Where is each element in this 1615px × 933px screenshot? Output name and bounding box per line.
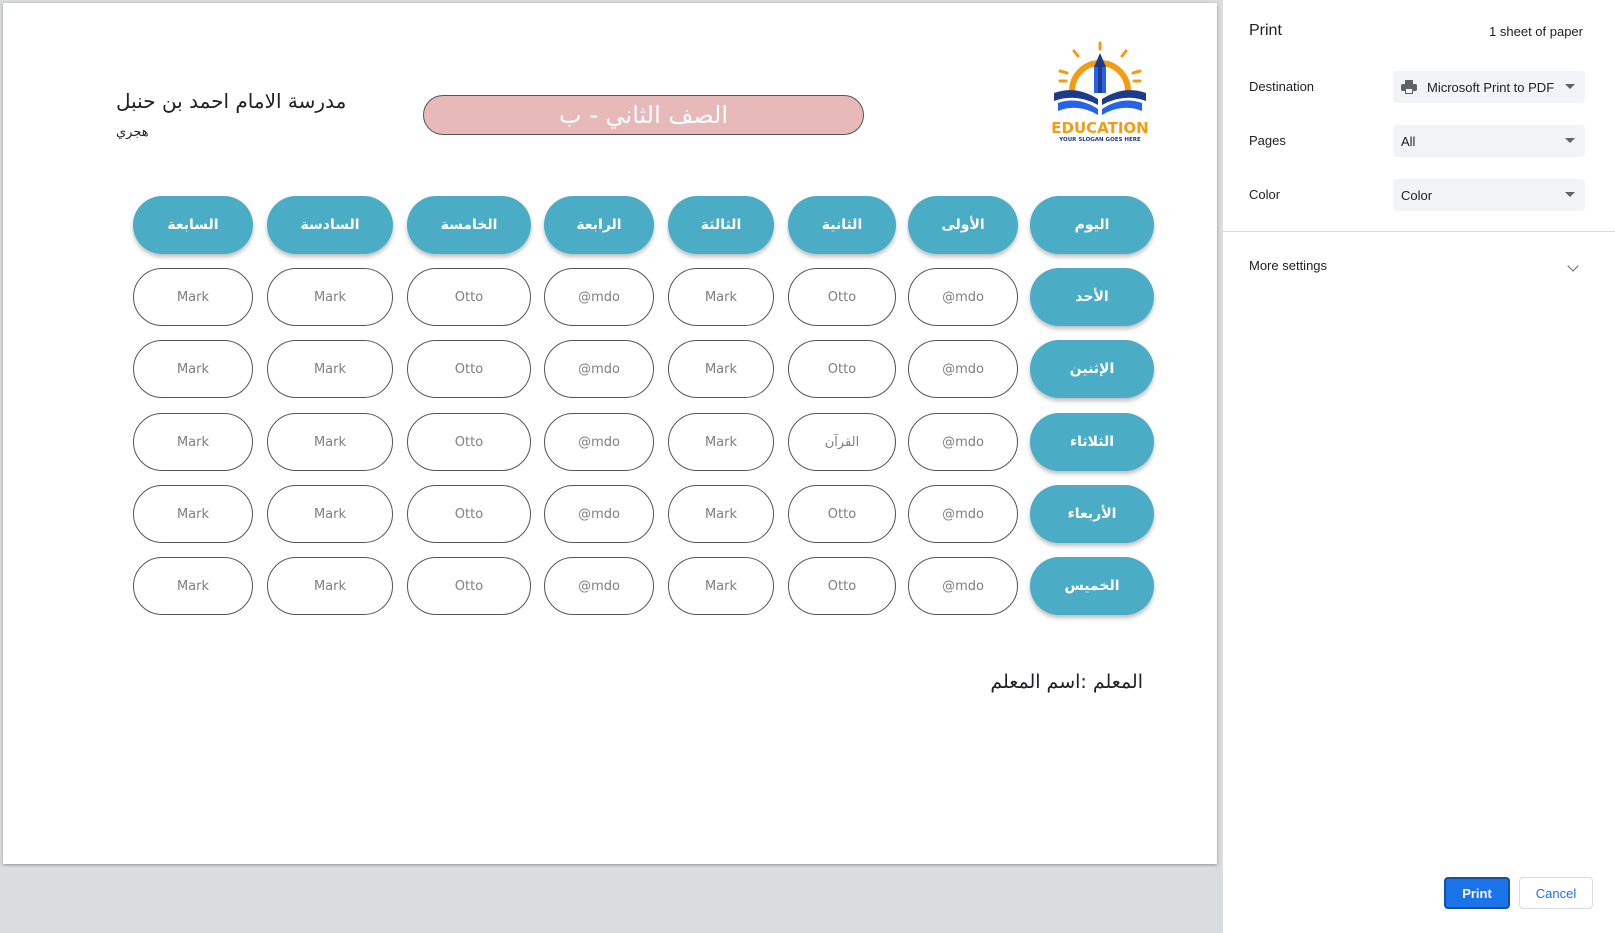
- logo-text: EDUCATION: [1051, 119, 1149, 137]
- schedule-cell: Mark: [668, 485, 774, 543]
- schedule-cell: القرآن: [788, 413, 896, 471]
- schedule-cell: @mdo: [544, 557, 654, 615]
- dropdown-arrow-icon: [1565, 138, 1575, 143]
- destination-label: Destination: [1249, 79, 1315, 94]
- class-title: الصف الثاني - ب: [423, 95, 864, 135]
- schedule-cell: @mdo: [544, 413, 654, 471]
- schedule-cell: Otto: [407, 268, 531, 326]
- schedule-cell: Mark: [133, 413, 253, 471]
- schedule-cell: @mdo: [908, 340, 1018, 398]
- schedule-header-cell: الخامسة: [407, 196, 531, 254]
- schedule-cell: Mark: [668, 268, 774, 326]
- schedule-day-cell: الثلاثاء: [1030, 413, 1154, 471]
- print-preview-area: مدرسة الامام احمد بن حنبل هجري الصف الثا…: [0, 0, 1222, 933]
- schedule-day-cell: الأحد: [1030, 268, 1154, 326]
- print-dialog: مدرسة الامام احمد بن حنبل هجري الصف الثا…: [0, 0, 1615, 933]
- schedule-cell: Mark: [668, 340, 774, 398]
- destination-select[interactable]: Microsoft Print to PDF: [1393, 71, 1585, 103]
- education-logo: EDUCATION YOUR SLOGAN GOES HERE: [1046, 41, 1154, 147]
- printer-icon: [1401, 80, 1417, 94]
- schedule-cell: @mdo: [908, 485, 1018, 543]
- dropdown-arrow-icon: [1565, 192, 1575, 197]
- preview-page: مدرسة الامام احمد بن حنبل هجري الصف الثا…: [3, 3, 1217, 864]
- schedule-cell: Mark: [267, 485, 393, 543]
- schedule-cell: Otto: [407, 413, 531, 471]
- pages-value: All: [1401, 133, 1416, 149]
- schedule-header-cell: اليوم: [1030, 196, 1154, 254]
- teacher-name: المعلم :اسم المعلم: [990, 671, 1143, 693]
- schedule-header-cell: الرابعة: [544, 196, 654, 254]
- schedule-day-cell: الإثنين: [1030, 340, 1154, 398]
- print-settings-panel: Print 1 sheet of paper Destination Micro…: [1222, 0, 1615, 933]
- chevron-down-icon[interactable]: [1567, 260, 1579, 272]
- schedule-cell: Otto: [788, 268, 896, 326]
- school-name: مدرسة الامام احمد بن حنبل: [116, 89, 347, 113]
- print-title: Print: [1249, 22, 1282, 39]
- color-label: Color: [1249, 187, 1281, 202]
- schedule-cell: Mark: [267, 268, 393, 326]
- sheet-count: 1 sheet of paper: [1489, 24, 1583, 39]
- schedule-cell: Otto: [407, 485, 531, 543]
- schedule-header-cell: الثالثة: [668, 196, 774, 254]
- schedule-cell: Otto: [788, 340, 896, 398]
- schedule-day-cell: الخميس: [1030, 557, 1154, 615]
- schedule-header-cell: السادسة: [267, 196, 393, 254]
- cancel-button[interactable]: Cancel: [1519, 877, 1593, 909]
- schedule-cell: Otto: [788, 557, 896, 615]
- print-button[interactable]: Print: [1444, 877, 1510, 909]
- schedule-cell: Otto: [788, 485, 896, 543]
- schedule-cell: Otto: [407, 557, 531, 615]
- schedule-cell: @mdo: [908, 268, 1018, 326]
- schedule-cell: Mark: [133, 268, 253, 326]
- schedule-cell: @mdo: [908, 557, 1018, 615]
- divider: [1223, 231, 1615, 232]
- schedule-cell: Mark: [267, 340, 393, 398]
- schedule-cell: Mark: [133, 557, 253, 615]
- schedule-header-cell: السابعة: [133, 196, 253, 254]
- schedule-cell: Mark: [668, 413, 774, 471]
- logo-slogan: YOUR SLOGAN GOES HERE: [1059, 137, 1141, 143]
- schedule-header-cell: الأولى: [908, 196, 1018, 254]
- schedule-cell: Mark: [668, 557, 774, 615]
- color-select[interactable]: Color: [1393, 179, 1585, 211]
- pages-select[interactable]: All: [1393, 125, 1585, 157]
- education-logo-icon: [1054, 41, 1146, 115]
- schedule-day-cell: الأربعاء: [1030, 485, 1154, 543]
- schedule-cell: @mdo: [544, 340, 654, 398]
- schedule-cell: Mark: [133, 485, 253, 543]
- schedule-header-cell: الثانية: [788, 196, 896, 254]
- schedule-cell: @mdo: [544, 485, 654, 543]
- dropdown-arrow-icon: [1565, 84, 1575, 89]
- color-value: Color: [1401, 187, 1433, 203]
- more-settings-toggle[interactable]: More settings: [1249, 258, 1327, 273]
- destination-value: Microsoft Print to PDF: [1427, 79, 1555, 95]
- schedule-cell: Mark: [133, 340, 253, 398]
- schedule-cell: Mark: [267, 557, 393, 615]
- schedule-cell: @mdo: [544, 268, 654, 326]
- schedule-cell: Mark: [267, 413, 393, 471]
- date-label: هجري: [116, 125, 149, 140]
- pages-label: Pages: [1249, 133, 1286, 148]
- schedule-cell: Otto: [407, 340, 531, 398]
- schedule-cell: @mdo: [908, 413, 1018, 471]
